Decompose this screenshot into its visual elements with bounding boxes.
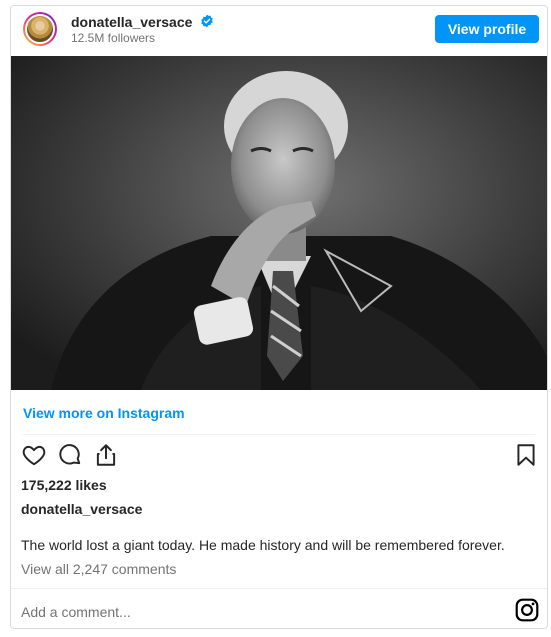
verified-badge-icon xyxy=(201,14,213,28)
likes-count[interactable]: 175,222 likes xyxy=(21,477,107,493)
followers-count: 12.5M followers xyxy=(71,31,156,45)
heart-icon[interactable] xyxy=(21,442,47,468)
comment-bubble-icon[interactable] xyxy=(57,442,83,468)
view-comments-link[interactable]: View all 2,247 comments xyxy=(21,561,176,577)
post-photo[interactable] xyxy=(11,56,547,390)
avatar-image xyxy=(25,14,55,44)
post-caption: The world lost a giant today. He made hi… xyxy=(21,537,505,553)
divider xyxy=(23,434,535,435)
username-link[interactable]: donatella_versace xyxy=(71,14,192,30)
add-comment-input[interactable]: Add a comment... xyxy=(21,604,131,620)
bookmark-icon[interactable] xyxy=(513,442,539,468)
divider xyxy=(11,588,547,589)
avatar[interactable] xyxy=(23,12,57,46)
instagram-icon[interactable] xyxy=(514,597,540,623)
view-more-link[interactable]: View more on Instagram xyxy=(23,405,185,421)
portrait-illustration xyxy=(11,56,547,390)
instagram-embed-card: donatella_versace 12.5M followers View p… xyxy=(10,5,548,629)
view-profile-button[interactable]: View profile xyxy=(435,15,539,43)
post-header: donatella_versace 12.5M followers View p… xyxy=(11,6,547,56)
share-icon[interactable] xyxy=(93,442,119,468)
action-bar xyxy=(11,442,547,472)
caption-username[interactable]: donatella_versace xyxy=(21,501,142,517)
